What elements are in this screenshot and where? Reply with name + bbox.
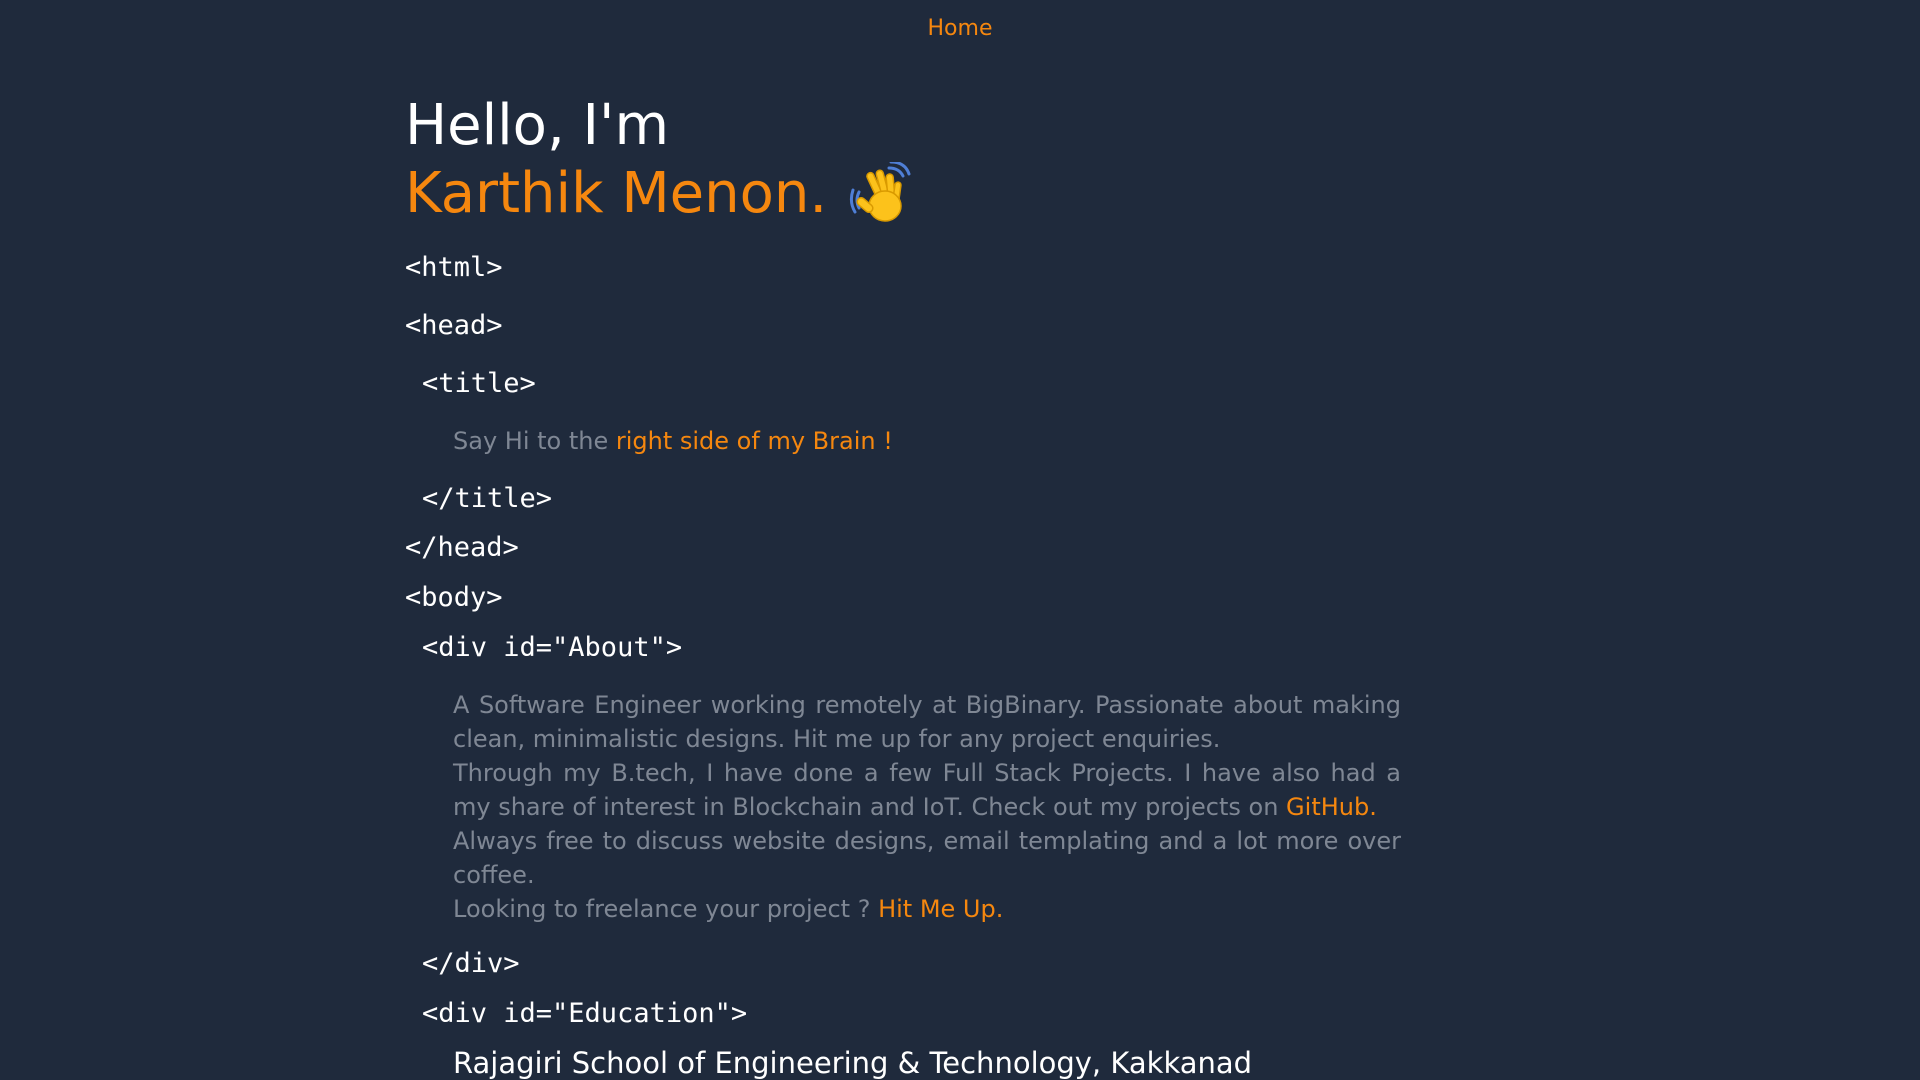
about-line-3: Always free to discuss website designs, … <box>453 827 1401 889</box>
head-close-tag: </head> <box>405 532 519 563</box>
title-close-tag: </title> <box>422 483 553 514</box>
about-line-4: Looking to freelance your project ? Hit … <box>453 892 1401 926</box>
education-div-open-tag: <div id="Education"> <box>422 998 748 1029</box>
about-line-2: Through my B.tech, I have done a few Ful… <box>453 756 1401 824</box>
education-school: Rajagiri School of Engineering & Technol… <box>453 1046 1253 1080</box>
body-open-tag: <body> <box>405 582 503 613</box>
about-line-2-text: Through my B.tech, I have done a few Ful… <box>453 759 1401 821</box>
title-open-tag: <title> <box>422 368 536 399</box>
github-link[interactable]: GitHub. <box>1286 793 1377 821</box>
title-highlight: right side of my Brain ! <box>615 427 893 455</box>
head-open-tag: <head> <box>405 310 503 341</box>
about-section: A Software Engineer working remotely at … <box>453 688 1401 926</box>
about-div-open-tag: <div id="About"> <box>422 632 683 663</box>
about-line-1: A Software Engineer working remotely at … <box>453 691 1401 753</box>
about-div-close-tag: </div> <box>422 948 520 979</box>
title-text: Say Hi to the right side of my Brain ! <box>453 424 1401 458</box>
code-block: <html> <head> <title> Say Hi to the righ… <box>405 0 1405 1080</box>
title-prefix: Say Hi to the <box>453 427 616 455</box>
about-line-4-text: Looking to freelance your project ? <box>453 895 879 923</box>
hit-me-up-link[interactable]: Hit Me Up. <box>878 895 1003 923</box>
html-open-tag: <html> <box>405 252 503 283</box>
